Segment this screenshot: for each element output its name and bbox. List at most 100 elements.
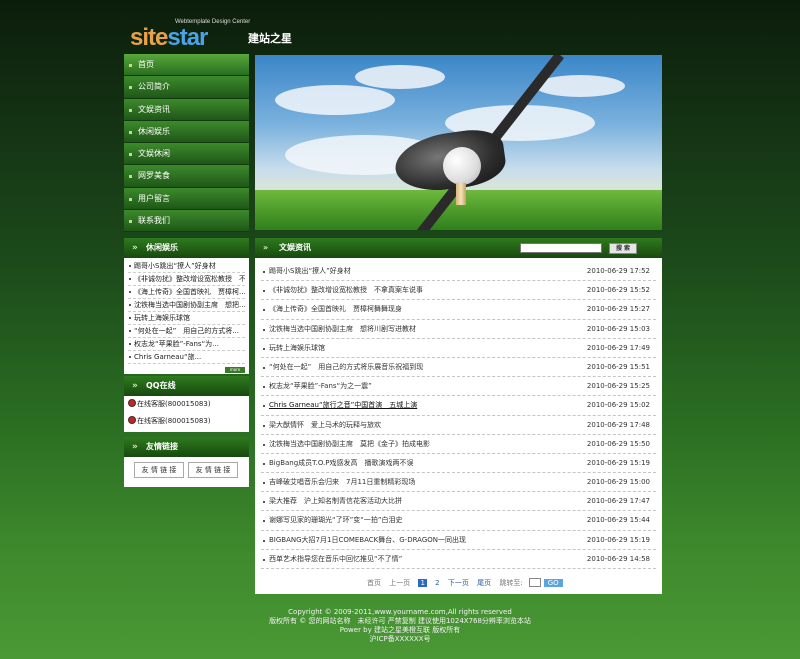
list-item[interactable]: 《非诚勿扰》整改增设宽松教授 不...	[128, 273, 245, 286]
list-item[interactable]: 踢哥小S跳出“撩人”好身材	[128, 260, 245, 273]
table-row: “何处在一起” 用自己的方式将乐展音乐祝福到现 2010-06-29 15:51	[261, 358, 656, 378]
news-link[interactable]: 踢哥小S跳出“撩人”好身材	[269, 267, 351, 275]
leisure-box: » 休闲娱乐 踢哥小S跳出“撩人”好身材 《非诚勿扰》整改增设宽松教授 不... …	[124, 238, 249, 374]
pager-page-2[interactable]: 2	[435, 579, 439, 587]
news-link[interactable]: BigBang成员T.O.P戏感发高 播歌演戏两不误	[269, 459, 414, 467]
news-date: 2010-06-29 14:58	[586, 554, 650, 563]
qq-service-link[interactable]: 在线客服(800015083)	[124, 413, 249, 430]
news-date: 2010-06-29 15:19	[586, 458, 650, 467]
pager-jump-input[interactable]	[528, 578, 541, 587]
qq-title: QQ在线	[146, 381, 176, 390]
cloud-shape	[275, 85, 395, 115]
news-date: 2010-06-29 15:50	[586, 439, 650, 448]
news-link[interactable]: 沈铁梅当选中国剧协副主席 想将川剧写进教材	[269, 325, 416, 333]
news-date: 2010-06-29 15:00	[586, 478, 650, 487]
table-row: 玩转上海娱乐球馆 2010-06-29 17:49	[261, 339, 656, 358]
news-link[interactable]: 西单艺术指导您在音乐中回忆推见“不了情”	[269, 555, 402, 563]
news-link[interactable]: 谢娜写见家的珊瑚光“了环”变“一拍”白泪史	[269, 516, 403, 524]
logo-cn: 建站之星	[248, 32, 292, 45]
nav-item-home[interactable]: 首页	[124, 54, 249, 77]
news-link[interactable]: 《海上传奇》全国首映礼 贾樟柯舞舞现身	[269, 305, 402, 313]
pager-go-button[interactable]: GO	[543, 579, 563, 587]
list-item[interactable]: “何处在一起” 用自己的方式将...	[128, 325, 245, 338]
news-link[interactable]: 沈铁梅当选中国剧协副主席 莫把《金子》拍成电影	[269, 440, 430, 448]
double-arrow-icon: »	[132, 381, 138, 391]
news-link[interactable]: Chris Garneau“旅行之音”中国首演 五城上演	[269, 401, 417, 409]
news-link[interactable]: 梁大猷情怀 爱上马术的玩释与旅欢	[269, 421, 381, 429]
logo-site: site	[130, 24, 168, 51]
table-row: 梁大推荐 沪上知名制青信花客活动大比拼 2010-06-29 17:47	[261, 492, 656, 512]
nav-label: 网罗美食	[138, 171, 170, 181]
footer-rights: 版权所有 © 您的网站名称 未经许可 严禁复制 建议使用1024X768分辨率浏…	[269, 617, 531, 625]
list-item[interactable]: 玩转上海娱乐球馆	[128, 312, 245, 325]
nav-item-leisure[interactable]: 休闲娱乐	[124, 120, 249, 144]
news-list: 踢哥小S跳出“撩人”好身材 2010-06-29 17:52 《非诚勿扰》整改增设…	[255, 258, 662, 569]
double-arrow-icon: »	[132, 243, 138, 253]
table-row: 权志龙“苹果脸”-Fans“为之一震” 2010-06-29 15:25	[261, 377, 656, 397]
table-row: 《海上传奇》全国首映礼 贾樟柯舞舞现身 2010-06-29 15:27	[261, 300, 656, 320]
qq-service-link[interactable]: 在线客服(800015083)	[124, 396, 249, 413]
pager-first: 首页	[367, 579, 381, 587]
bullet-icon	[129, 130, 132, 134]
news-date: 2010-06-29 15:52	[586, 286, 650, 295]
main-nav: 首页 公司简介 文娱资讯 休闲娱乐 文娱休闲 网罗美食 用户留言 联系我们	[124, 54, 249, 233]
pagination: 首页 上一页 1 2 下一页 尾页 跳转至: GO	[367, 578, 569, 588]
pager-next[interactable]: 下一页	[448, 579, 469, 587]
friend-link[interactable]: 友 情 链 接	[134, 462, 184, 478]
friend-links: 友 情 链 接友 情 链 接	[124, 457, 249, 478]
pager-jump-label: 跳转至:	[499, 579, 523, 587]
table-row: 《非诚勿扰》整改增设宽松教授 不拿真案车说事 2010-06-29 15:52	[261, 281, 656, 301]
news-link[interactable]: “何处在一起” 用自己的方式将乐展音乐祝福到现	[269, 363, 423, 371]
nav-label: 联系我们	[138, 216, 170, 226]
nav-item-news[interactable]: 文娱资讯	[124, 98, 249, 121]
news-link[interactable]: 《非诚勿扰》整改增设宽松教授 不拿真案车说事	[269, 286, 423, 294]
pager-prev: 上一页	[389, 579, 411, 587]
nav-item-guestbook[interactable]: 用户留言	[124, 187, 249, 211]
news-link[interactable]: 权志龙“苹果脸”-Fans“为之一震”	[269, 382, 372, 390]
pager-last[interactable]: 尾页	[477, 579, 491, 587]
bullet-icon	[129, 175, 132, 179]
nav-label: 用户留言	[138, 193, 170, 203]
footer: Copyright © 2009-2011,www.yourname.com,A…	[0, 608, 800, 644]
table-row: 谢娜写见家的珊瑚光“了环”变“一拍”白泪史 2010-06-29 15:44	[261, 511, 656, 531]
qq-box: » QQ在线 在线客服(800015083) 在线客服(800015083)	[124, 376, 249, 432]
friend-links-box: » 友情链接 友 情 链 接友 情 链 接	[124, 437, 249, 487]
nav-item-contact[interactable]: 联系我们	[124, 210, 249, 233]
search-button[interactable]: 搜 索	[609, 243, 637, 254]
list-item[interactable]: Chris Garneau“旅...	[128, 351, 245, 364]
list-item[interactable]: 《海上传奇》全国首映礼 贾樟柯...	[128, 286, 245, 299]
news-link[interactable]: 吉峰破艾唱音乐会归来 7月11日重制精彩现场	[269, 478, 415, 486]
list-item[interactable]: 沈铁梅当选中国剧协副主席 想把...	[128, 299, 245, 312]
qq-label: 在线客服(800015083)	[137, 400, 211, 408]
friend-link[interactable]: 友 情 链 接	[188, 462, 238, 478]
double-arrow-icon: »	[132, 442, 138, 452]
footer-power: Power by 建站之星美橙互联 版权所有	[339, 626, 461, 634]
more-button[interactable]: more	[225, 367, 245, 373]
table-row: 吉峰破艾唱音乐会归来 7月11日重制精彩现场 2010-06-29 15:00	[261, 473, 656, 493]
nav-item-ent[interactable]: 文娱休闲	[124, 143, 249, 166]
news-link[interactable]: BIGBANG大招7月1日COMEBACK舞台、G-DRAGON一同出现	[269, 536, 466, 544]
news-panel: » 文娱资讯 搜 索 踢哥小S跳出“撩人”好身材 2010-06-29 17:52…	[255, 238, 662, 594]
nav-label: 公司简介	[138, 82, 170, 92]
search-input[interactable]	[520, 243, 602, 253]
news-date: 2010-06-29 15:44	[586, 516, 650, 525]
bullet-icon	[129, 153, 132, 157]
footer-copyright: Copyright © 2009-2011,www.yourname.com,A…	[288, 608, 512, 616]
table-row: 西单艺术指导您在音乐中回忆推见“不了情” 2010-06-29 14:58	[261, 550, 656, 569]
cloud-shape	[355, 65, 445, 89]
golf-tee	[456, 183, 466, 205]
nav-item-food[interactable]: 网罗美食	[124, 165, 249, 188]
nav-item-about[interactable]: 公司简介	[124, 76, 249, 99]
friend-links-header: » 友情链接	[124, 437, 249, 457]
qq-icon	[128, 399, 136, 407]
news-link[interactable]: 梁大推荐 沪上知名制青信花客活动大比拼	[269, 497, 402, 505]
list-item[interactable]: 权志龙“苹果脸”-Fans“为...	[128, 338, 245, 351]
news-date: 2010-06-29 15:19	[586, 535, 650, 544]
site-logo[interactable]: sitestar Webtemplate Design Center 建站之星	[130, 19, 300, 51]
bullet-icon	[129, 220, 132, 224]
news-date: 2010-06-29 15:25	[586, 382, 650, 391]
news-link[interactable]: 玩转上海娱乐球馆	[269, 344, 325, 352]
news-date: 2010-06-29 15:03	[586, 324, 650, 333]
bullet-icon	[129, 64, 132, 67]
nav-label: 休闲娱乐	[138, 126, 170, 136]
